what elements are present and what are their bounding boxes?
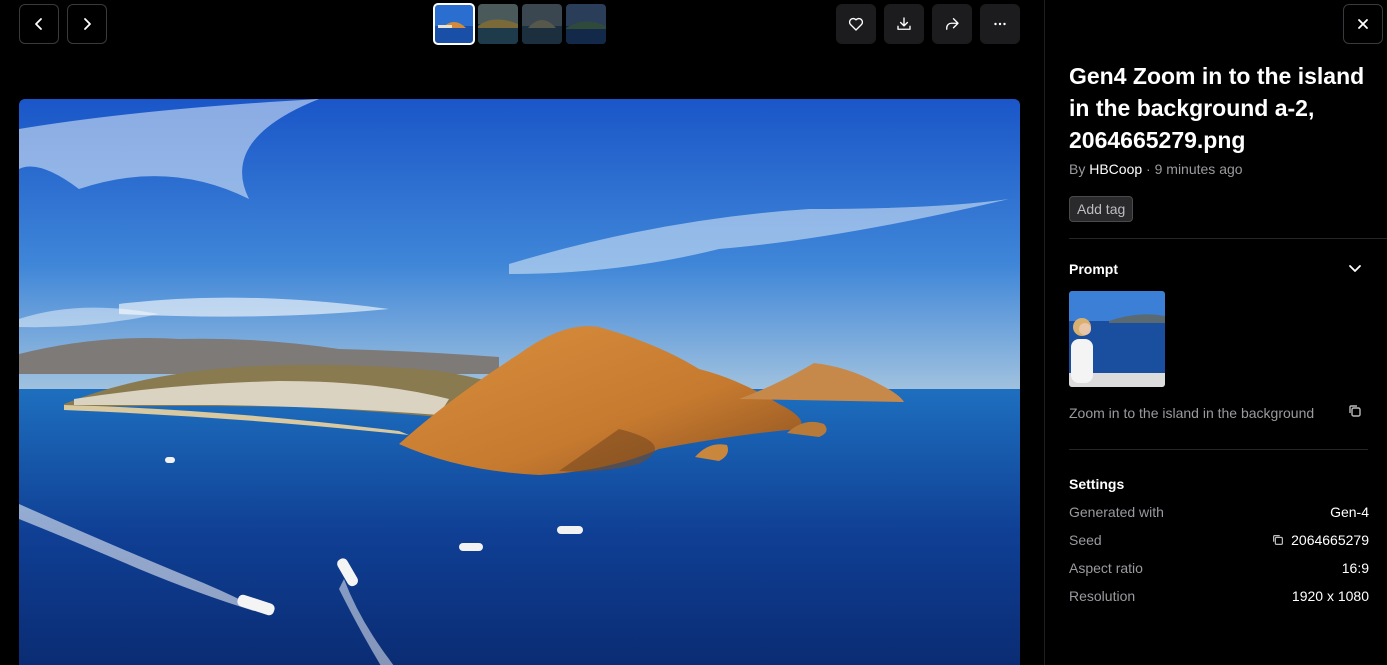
thumbnail-1[interactable]	[433, 3, 475, 45]
author-link[interactable]: HBCoop	[1089, 161, 1142, 177]
asset-title: Gen4 Zoom in to the island in the backgr…	[1069, 63, 1365, 153]
thumbnail-image	[434, 4, 474, 44]
more-options-button[interactable]	[980, 4, 1020, 44]
byline-separator: ·	[1142, 161, 1155, 177]
setting-row-aspect-ratio: Aspect ratio 16:9	[1069, 560, 1369, 576]
setting-label: Aspect ratio	[1069, 560, 1143, 576]
thumbnail-3[interactable]	[522, 4, 562, 44]
previous-button[interactable]	[19, 4, 59, 44]
download-icon	[897, 17, 911, 30]
next-button[interactable]	[67, 4, 107, 44]
thumbnail-2[interactable]	[478, 4, 518, 44]
seed-value: 2064665279	[1291, 532, 1369, 548]
settings-heading: Settings	[1069, 476, 1125, 492]
setting-value-seed: 2064665279	[1271, 532, 1369, 548]
setting-row-generated-with: Generated with Gen-4	[1069, 504, 1369, 520]
setting-value: 16:9	[1341, 560, 1369, 576]
more-horizontal-icon	[994, 22, 1006, 26]
prompt-heading[interactable]: Prompt	[1069, 261, 1118, 277]
setting-label: Resolution	[1069, 588, 1136, 604]
setting-label: Seed	[1069, 532, 1102, 548]
prompt-text: Zoom in to the island in the background	[1069, 405, 1315, 421]
thumbnail-4[interactable]	[566, 4, 606, 44]
image-canvas	[19, 99, 1020, 665]
thumbnail-strip	[433, 3, 606, 45]
copy-icon[interactable]	[1347, 403, 1363, 419]
setting-row-resolution: Resolution 1920 x 1080	[1069, 588, 1369, 604]
chevron-right-icon	[84, 18, 91, 30]
timestamp: 9 minutes ago	[1154, 161, 1243, 177]
close-button[interactable]	[1343, 4, 1383, 44]
generated-image[interactable]	[19, 99, 1020, 665]
prompt-reference-image[interactable]	[1069, 291, 1165, 387]
thumbnail-image	[478, 4, 518, 44]
setting-value: Gen-4	[1330, 504, 1369, 520]
details-panel: Gen4 Zoom in to the island in the backgr…	[1044, 0, 1387, 665]
like-button[interactable]	[836, 4, 876, 44]
heart-icon	[848, 17, 864, 31]
byline-prefix: By	[1069, 161, 1090, 177]
chevron-left-icon	[35, 18, 42, 30]
setting-label: Generated with	[1069, 504, 1164, 520]
copy-icon[interactable]	[1271, 533, 1285, 547]
thumbnail-image	[522, 4, 562, 44]
prompt-image	[1069, 291, 1165, 387]
divider	[1069, 238, 1387, 239]
setting-value: 1920 x 1080	[1291, 588, 1369, 604]
download-button[interactable]	[884, 4, 924, 44]
thumbnail-image	[566, 4, 606, 44]
share-icon	[946, 18, 959, 30]
byline: By HBCoop · 9 minutes ago	[1069, 161, 1243, 177]
chevron-down-icon[interactable]	[1345, 261, 1365, 277]
divider	[1069, 449, 1368, 450]
share-button[interactable]	[932, 4, 972, 44]
add-tag-button[interactable]: Add tag	[1069, 196, 1134, 222]
close-icon	[1358, 19, 1368, 29]
setting-row-seed: Seed 2064665279	[1069, 532, 1369, 548]
